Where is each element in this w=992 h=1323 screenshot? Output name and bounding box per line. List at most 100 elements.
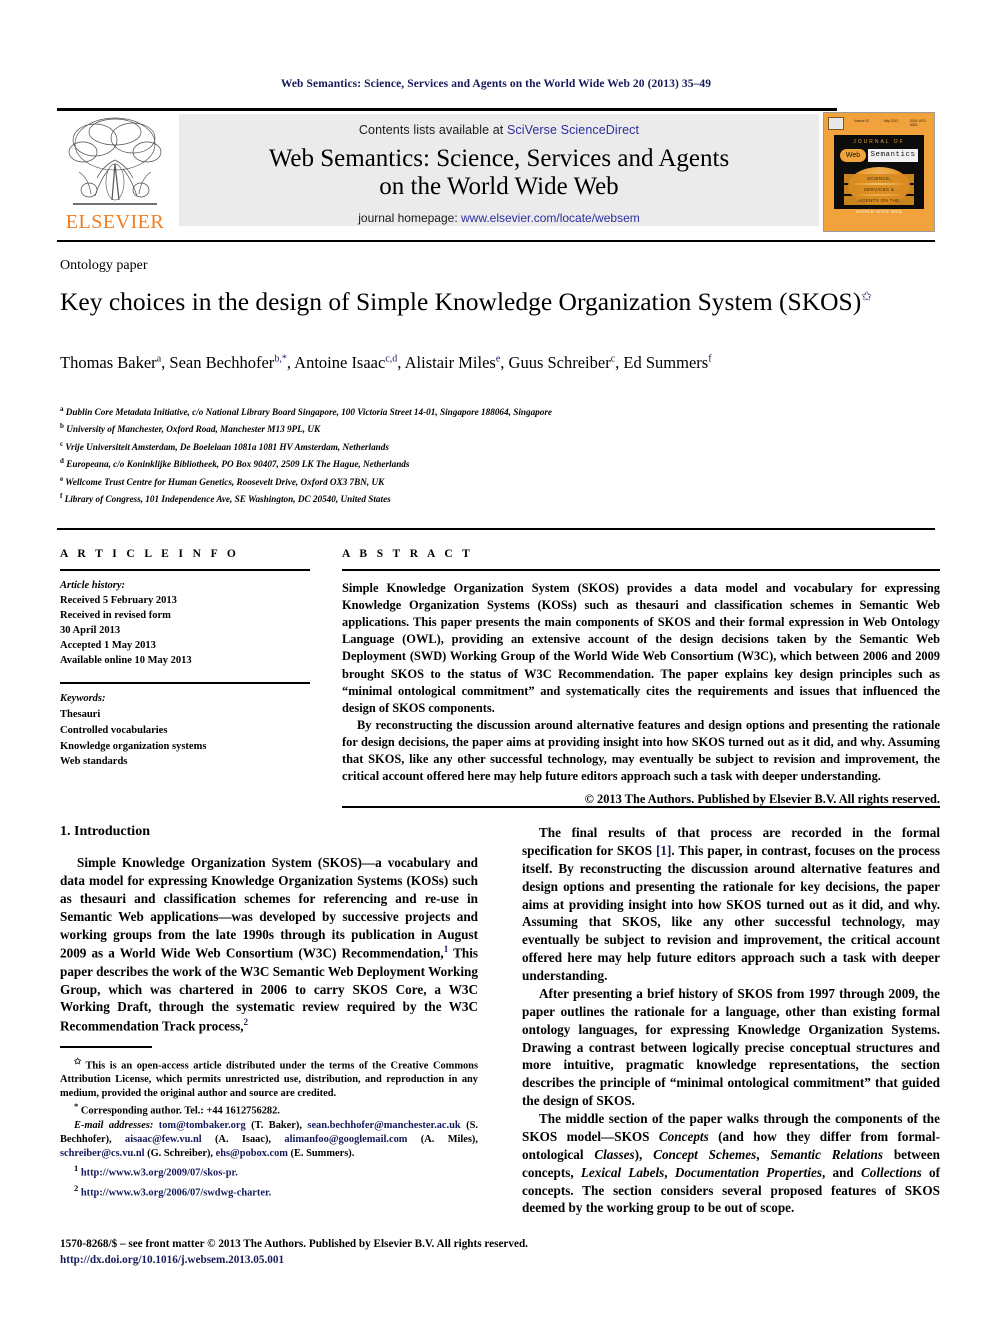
abstract-paragraph: By reconstructing the discussion around … [342, 717, 940, 784]
journal-title: Web Semantics: Science, Services and Age… [179, 145, 819, 201]
abstract-block: A B S T R A C T Simple Knowledge Organiz… [342, 548, 940, 807]
term-concept-schemes: Concept Schemes [653, 1146, 757, 1162]
footnote-1: 1 http://www.w3.org/2009/07/skos-pr. [60, 1163, 478, 1181]
term-concepts: Concepts [658, 1128, 709, 1144]
affiliation-text: University of Manchester, Oxford Road, M… [66, 424, 321, 435]
footnote-marker: 1 [74, 1163, 79, 1174]
footer-doi-link[interactable]: http://dx.doi.org/10.1016/j.websem.2013.… [60, 1252, 760, 1268]
contents-prefix: Contents lists available at [358, 123, 507, 137]
author-affil-marker: c [610, 353, 616, 365]
footnote-ref[interactable]: 2 [244, 1017, 249, 1027]
footnote-corresponding-author: * Corresponding author. Tel.: +44 161275… [60, 1101, 478, 1119]
history-item: Received 5 February 2013 [60, 594, 177, 606]
email-owner: (T. Baker), [245, 1120, 302, 1131]
affiliation-marker: c [60, 439, 64, 448]
author-item: Ed Summersf [623, 353, 711, 372]
footnote-text: This is an open-access article distribut… [60, 1059, 478, 1100]
history-item: Accepted 1 May 2013 [60, 639, 156, 651]
page-footer: 1570-8268/$ – see front matter © 2013 Th… [60, 1236, 760, 1268]
keywords-block: Keywords: Thesauri Controlled vocabulari… [60, 691, 310, 770]
elsevier-logo: ELSEVIER [59, 114, 171, 232]
email-label: E-mail addresses: [74, 1120, 154, 1131]
affiliation-marker: a [60, 405, 64, 413]
footnote-marker: 2 [74, 1183, 79, 1194]
footnote-text: Corresponding author. Tel.: +44 16127562… [80, 1105, 280, 1117]
footnote-marker: * [74, 1101, 79, 1112]
affiliation-item: f Library of Congress, 101 Independence … [60, 490, 920, 507]
sciencedirect-link[interactable]: SciVerse ScienceDirect [507, 123, 639, 137]
author-name: Guus Schreiber [508, 353, 611, 372]
history-item: Available online 10 May 2013 [60, 654, 192, 666]
footnote-emails: E-mail addresses: tom@tombaker.org (T. B… [60, 1119, 478, 1161]
journal-homepage-link[interactable]: www.elsevier.com/locate/websem [461, 211, 640, 225]
article-info-block: A R T I C L E I N F O Article history: R… [60, 548, 310, 770]
keyword-item: Web standards [60, 756, 128, 768]
footer-copyright-line: 1570-8268/$ – see front matter © 2013 Th… [60, 1238, 528, 1250]
keyword-item: Thesauri [60, 709, 101, 721]
keywords-label: Keywords: [60, 693, 106, 705]
affiliation-list: a Dublin Core Metadata Initiative, c/o N… [60, 403, 920, 508]
journal-title-line2: on the World Wide Web [379, 173, 619, 200]
term-semantic-relations: Semantic Relations [770, 1146, 884, 1162]
term-collections: Collections [861, 1164, 922, 1180]
email-link[interactable]: tom@tombaker.org [159, 1120, 246, 1131]
abstract-rule [342, 569, 940, 571]
cover-issn: ISSN 1570-8268 [910, 119, 927, 127]
author-name: Sean Bechhofer [169, 353, 275, 372]
email-owner: (G. Schreiber), [144, 1148, 214, 1160]
email-link[interactable]: sean.bechhofer@manchester.ac.uk [307, 1120, 460, 1131]
cover-journal-of-label: JOURNAL OF [853, 139, 905, 145]
author-item: Sean Bechhoferb,* [169, 353, 286, 372]
article-info-heading: A R T I C L E I N F O [60, 548, 240, 560]
paragraph-text: , [664, 1164, 675, 1180]
author-affil-marker: a [156, 353, 162, 365]
affiliation-item: c Vrije Universiteit Amsterdam, De Boele… [60, 438, 920, 455]
email-owner: (A. Miles), [407, 1134, 478, 1146]
cover-inner: Volume 20 May 2013 ISSN 1570-8268 JOURNA… [824, 113, 934, 231]
article-history-label: Article history: [60, 580, 126, 591]
body-paragraph: The final results of that process are re… [522, 824, 940, 985]
affiliation-item: a Dublin Core Metadata Initiative, c/o N… [60, 403, 920, 420]
paragraph-text-cont: . This paper, in contrast, focuses on th… [522, 842, 940, 983]
email-link[interactable]: alimanfoo@googlemail.com [284, 1134, 407, 1145]
cover-web-label: Web [840, 149, 866, 162]
email-link[interactable]: aisaac@few.vu.nl [125, 1134, 202, 1145]
term-documentation-properties: Documentation Properties [674, 1164, 822, 1180]
email-link[interactable]: schreiber@cs.vu.nl [60, 1148, 145, 1159]
affiliation-item: b University of Manchester, Oxford Road,… [60, 420, 920, 437]
footnote-2: 2 http://www.w3.org/2006/07/swdwg-charte… [60, 1183, 478, 1201]
affiliation-text: Europeana, c/o Koninklijke Bibliotheek, … [66, 459, 410, 470]
cover-wordmark: Web Semantics [840, 149, 918, 162]
footnote-url[interactable]: http://www.w3.org/2009/07/skos-pr. [81, 1168, 238, 1179]
author-name: Ed Summers [623, 353, 709, 372]
keyword-item: Knowledge organization systems [60, 740, 207, 752]
homepage-prefix: journal homepage: [358, 211, 461, 225]
elsevier-tree-icon [68, 117, 162, 205]
email-link[interactable]: ehs@pobox.com [216, 1148, 288, 1159]
email-owner: (E. Summers). [287, 1148, 355, 1160]
author-name: Thomas Baker [60, 353, 157, 372]
cover-band-services: SERVICES & [844, 185, 914, 194]
journal-title-line1: Web Semantics: Science, Services and Age… [268, 145, 730, 172]
body-paragraph: Simple Knowledge Organization System (SK… [60, 854, 478, 1036]
journal-cover-thumbnail: Volume 20 May 2013 ISSN 1570-8268 JOURNA… [823, 112, 935, 232]
author-list: Thomas Bakera, Sean Bechhoferb,*, Antoin… [60, 353, 712, 372]
cover-globe-graphic: SCIENCE, SERVICES & AGENTS ON THE WORLD … [844, 167, 914, 214]
affiliation-item: d Europeana, c/o Koninklijke Bibliotheek… [60, 455, 920, 472]
author-name: Alistair Miles [404, 353, 496, 372]
author-item: Alistair Milese [405, 353, 501, 372]
affiliation-marker: e [60, 474, 64, 483]
paragraph-text: Simple Knowledge Organization System (SK… [60, 855, 478, 961]
term-classes: Classes [594, 1146, 635, 1162]
author-item: Antoine Isaacc,d [294, 353, 397, 372]
citation-ref[interactable]: [1] [656, 843, 671, 858]
journal-homepage-line: journal homepage: www.elsevier.com/locat… [179, 211, 819, 225]
article-type-label: Ontology paper [60, 258, 148, 273]
body-column-left: 1. Introduction Simple Knowledge Organiz… [60, 824, 478, 1036]
footnote-url[interactable]: http://www.w3.org/2006/07/swdwg-charter. [81, 1188, 271, 1199]
paragraph-text: ), [634, 1146, 654, 1162]
banner-top-rule [57, 108, 837, 111]
paragraph-text: , [756, 1146, 771, 1162]
banner-bottom-rule [57, 240, 935, 242]
section-heading-introduction: 1. Introduction [60, 824, 150, 839]
